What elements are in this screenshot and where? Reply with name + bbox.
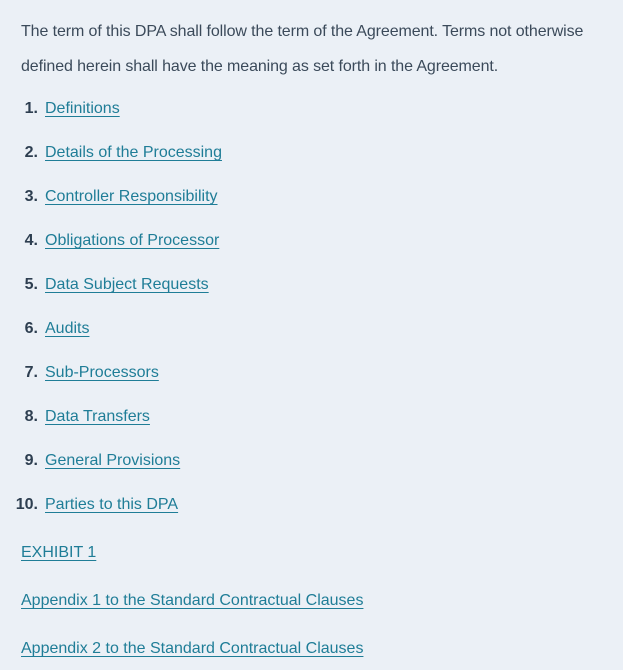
toc-item: 4. Obligations of Processor [0, 232, 220, 256]
toc-number: 1. [24, 100, 38, 117]
toc-link-definitions[interactable]: Definitions [45, 100, 120, 117]
toc-number: 7. [24, 364, 38, 381]
toc-link-data-transfers[interactable]: Data Transfers [45, 408, 150, 425]
toc-number: 2. [24, 144, 38, 161]
toc-item: 3. Controller Responsibility [0, 188, 218, 212]
toc-number: 6. [24, 320, 38, 337]
toc-link-sub-processors[interactable]: Sub-Processors [45, 364, 159, 381]
intro-paragraph: The term of this DPA shall follow the te… [21, 23, 584, 75]
appendix-1-link[interactable]: Appendix 1 to the Standard Contractual C… [21, 592, 363, 610]
appendix-2-link[interactable]: Appendix 2 to the Standard Contractual C… [21, 640, 363, 658]
toc-number: 9. [24, 452, 38, 469]
toc-item: 8. Data Transfers [0, 408, 150, 432]
toc-link-obligations-of-processor[interactable]: Obligations of Processor [45, 232, 219, 249]
toc-number: 8. [24, 408, 38, 425]
toc-item: 1. Definitions [0, 100, 120, 124]
toc-item: 2. Details of the Processing [0, 144, 222, 168]
toc-item: 9. General Provisions [0, 452, 181, 476]
toc-link-general-provisions[interactable]: General Provisions [45, 452, 180, 469]
toc-link-parties-to-dpa[interactable]: Parties to this DPA [45, 496, 178, 513]
toc-item: 5. Data Subject Requests [0, 276, 209, 300]
toc-number: 3. [24, 188, 38, 205]
toc-item: 6. Audits [0, 320, 90, 344]
toc-number: 4. [24, 232, 38, 249]
toc-item: 7. Sub-Processors [0, 364, 159, 388]
exhibit-1-link[interactable]: EXHIBIT 1 [21, 544, 96, 562]
toc-link-details-of-processing[interactable]: Details of the Processing [45, 144, 222, 161]
toc-number: 10. [15, 496, 38, 513]
toc-link-audits[interactable]: Audits [45, 320, 89, 337]
toc-link-data-subject-requests[interactable]: Data Subject Requests [45, 276, 209, 293]
toc-link-controller-responsibility[interactable]: Controller Responsibility [45, 188, 218, 205]
toc-item: 10. Parties to this DPA [0, 496, 178, 520]
toc-number: 5. [24, 276, 38, 293]
